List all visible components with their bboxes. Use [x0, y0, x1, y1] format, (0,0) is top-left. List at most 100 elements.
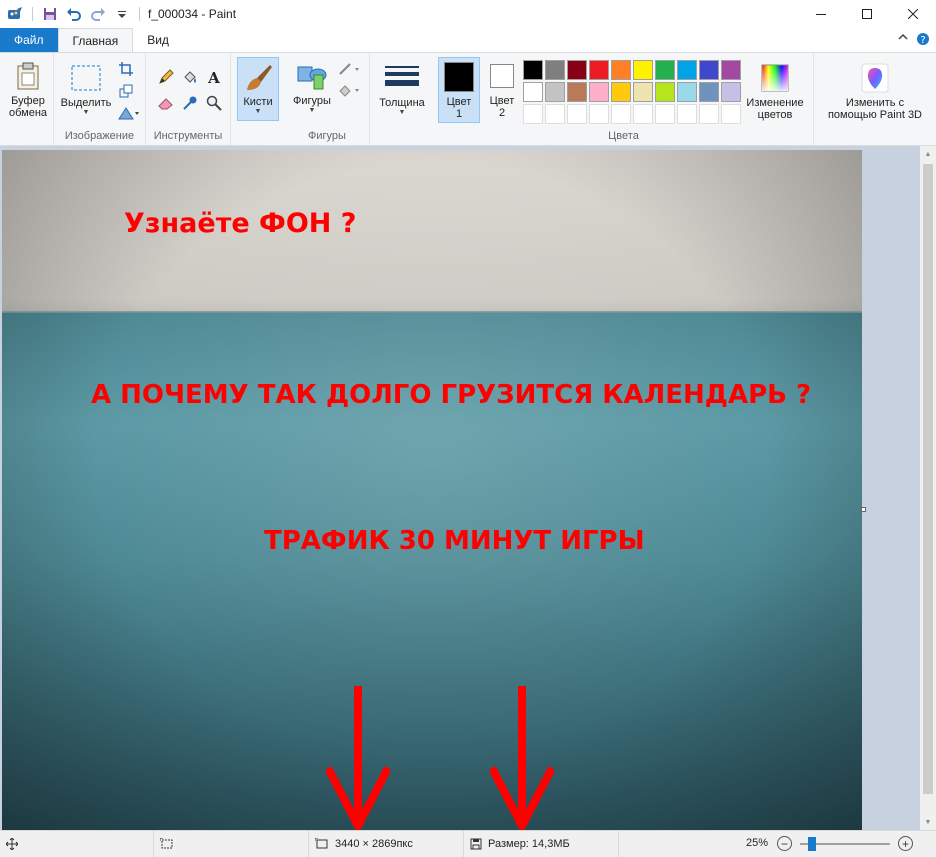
palette-swatch[interactable] [633, 82, 653, 102]
scroll-up-icon[interactable]: ▲ [920, 146, 936, 162]
eraser-icon[interactable] [156, 93, 176, 113]
scroll-down-icon[interactable]: ▼ [920, 814, 936, 830]
resize-handle[interactable] [861, 507, 866, 512]
close-button[interactable] [890, 0, 936, 28]
crop-icon[interactable] [116, 59, 136, 79]
palette-swatch[interactable] [633, 104, 653, 124]
customize-toolbar-icon[interactable] [111, 3, 133, 25]
arrow-down-icon [326, 686, 390, 830]
palette-swatch[interactable] [567, 82, 587, 102]
brushes-button[interactable]: Кисти ▼ [237, 57, 279, 121]
toolbar-separator [139, 7, 140, 21]
redo-icon[interactable] [87, 3, 109, 25]
caret-down-icon: ▼ [82, 109, 90, 116]
resize-icon[interactable] [116, 81, 136, 101]
brushes-group: Кисти ▼ [231, 53, 285, 145]
palette-swatch[interactable] [589, 60, 609, 80]
palette-swatch[interactable] [567, 60, 587, 80]
shapes-icon [295, 59, 329, 93]
palette-swatch[interactable] [655, 60, 675, 80]
canvas-area[interactable]: Узнаёте ФОН ? А ПОЧЕМУ ТАК ДОЛГО ГРУЗИТС… [0, 146, 920, 830]
tab-file[interactable]: Файл [0, 28, 58, 52]
tab-home[interactable]: Главная [57, 28, 134, 52]
color1-button[interactable]: Цвет 1 [438, 57, 480, 123]
shapes-button[interactable]: Фигуры ▼ [289, 59, 335, 115]
palette-swatch[interactable] [655, 104, 675, 124]
palette-swatch[interactable] [567, 104, 587, 124]
palette-swatch[interactable] [633, 60, 653, 80]
palette-swatch[interactable] [699, 60, 719, 80]
chevron-up-icon[interactable] [898, 32, 908, 42]
color1-number: 1 [455, 108, 463, 120]
color1-swatch [444, 62, 474, 92]
color-picker-icon[interactable] [180, 93, 200, 113]
color2-button[interactable]: Цвет 2 [482, 61, 522, 119]
palette-swatch[interactable] [699, 82, 719, 102]
outline-icon[interactable] [337, 59, 363, 79]
clipboard-group: Буфер обмена [0, 53, 54, 145]
palette-swatch[interactable] [721, 60, 741, 80]
selection-size [154, 831, 309, 857]
select-button[interactable]: Выделить ▼ [58, 61, 114, 117]
save-icon[interactable] [39, 3, 61, 25]
zoom-in-button[interactable]: + [898, 836, 913, 851]
palette-swatch[interactable] [721, 82, 741, 102]
palette-swatch[interactable] [677, 60, 697, 80]
cursor-position [0, 831, 154, 857]
palette-swatch[interactable] [677, 104, 697, 124]
color2-number: 2 [498, 107, 506, 119]
canvas-text-know-background: Узнаёте ФОН ? [124, 208, 357, 239]
color2-label: Цвет [489, 95, 515, 107]
title-bar: f_000034 - Paint [0, 0, 936, 28]
svg-text:A: A [207, 69, 220, 85]
maximize-button[interactable] [844, 0, 890, 28]
clipboard-icon [11, 59, 45, 93]
palette-swatch[interactable] [589, 82, 609, 102]
magnifier-icon[interactable] [204, 93, 224, 113]
palette-swatch[interactable] [677, 82, 697, 102]
undo-icon[interactable] [63, 3, 85, 25]
window-title: f_000034 - Paint [148, 7, 237, 21]
image-canvas[interactable]: Узнаёте ФОН ? А ПОЧЕМУ ТАК ДОЛГО ГРУЗИТС… [2, 150, 862, 830]
paint3d-label: Изменить с [845, 97, 905, 109]
rotate-icon[interactable] [116, 103, 142, 123]
palette-swatch[interactable] [589, 104, 609, 124]
palette-swatch[interactable] [523, 60, 543, 80]
zoom-out-button[interactable]: − [777, 836, 792, 851]
palette-swatch[interactable] [523, 104, 543, 124]
palette-swatch[interactable] [699, 104, 719, 124]
edit-colors-icon [758, 61, 792, 95]
size-button[interactable]: Толщина ▼ [374, 61, 430, 117]
clipboard-button[interactable]: Буфер обмена [4, 59, 52, 119]
palette-swatch[interactable] [545, 104, 565, 124]
scroll-thumb[interactable] [923, 164, 933, 794]
vertical-scrollbar[interactable]: ▲ ▼ [920, 146, 936, 830]
fill-shape-icon[interactable] [337, 81, 363, 101]
palette-swatch[interactable] [545, 82, 565, 102]
svg-text:?: ? [920, 35, 925, 46]
image-group: Выделить ▼ Изображение [54, 53, 146, 145]
zoom-slider-thumb[interactable] [808, 837, 816, 851]
palette-swatch[interactable] [545, 60, 565, 80]
paint3d-button[interactable]: Изменить с помощью Paint 3D [818, 61, 932, 121]
canvas-text-calendar: А ПОЧЕМУ ТАК ДОЛГО ГРУЗИТСЯ КАЛЕНДАРЬ ? [91, 380, 812, 410]
palette-swatch[interactable] [611, 60, 631, 80]
window-controls [798, 0, 936, 28]
pencil-icon[interactable] [156, 67, 176, 87]
paint-app-icon[interactable] [4, 3, 26, 25]
tab-view[interactable]: Вид [133, 28, 183, 52]
minimize-button[interactable] [798, 0, 844, 28]
edit-colors-button[interactable]: Изменение цветов [740, 61, 810, 121]
palette-swatch[interactable] [611, 82, 631, 102]
help-icon[interactable]: ? [916, 32, 930, 46]
text-icon[interactable]: A [204, 67, 224, 87]
palette-swatch[interactable] [523, 82, 543, 102]
fill-icon[interactable] [180, 67, 200, 87]
palette-swatch[interactable] [655, 82, 675, 102]
size-group: Толщина ▼ [370, 53, 434, 145]
image-dimensions: 3440 × 2869пкс [309, 831, 464, 857]
ribbon-help-area: ? [898, 32, 930, 46]
palette-swatch[interactable] [611, 104, 631, 124]
clipboard-label: Буфер [11, 95, 45, 107]
palette-swatch[interactable] [721, 104, 741, 124]
